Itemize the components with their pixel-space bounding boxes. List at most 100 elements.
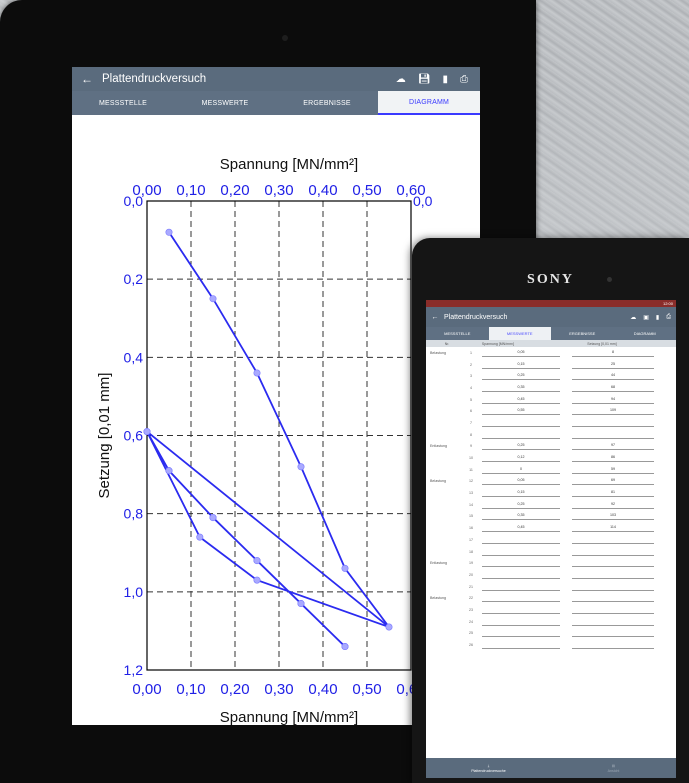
data-point: [165, 228, 173, 236]
table-row: 21: [426, 581, 676, 593]
data-point: [297, 463, 305, 471]
setzung-input[interactable]: 94: [572, 396, 654, 404]
setzung-input[interactable]: 109: [572, 407, 654, 416]
setzung-input[interactable]: [572, 641, 654, 650]
setzung-input[interactable]: 103: [572, 512, 654, 521]
delete-icon[interactable]: ▮: [656, 314, 659, 321]
spannung-input[interactable]: 0,45: [482, 524, 560, 533]
tablet-tabs: MESSSTELLE MESSWERTE ERGEBNISSE DIAGRAMM: [72, 91, 480, 115]
save-icon[interactable]: 💾︎: [418, 74, 431, 85]
setzung-input[interactable]: [572, 536, 654, 544]
header-nr: Nr.: [444, 341, 450, 346]
tab-ergebnisse[interactable]: ERGEBNISSE: [551, 327, 614, 340]
cloud-upload-icon[interactable]: ☁: [630, 314, 636, 321]
row-number: 21: [469, 584, 473, 589]
spannung-input[interactable]: [482, 536, 560, 544]
spannung-input[interactable]: [482, 629, 560, 638]
data-point: [385, 623, 393, 631]
table-row: 3 0,25 44: [426, 370, 676, 382]
spannung-input[interactable]: 0,05: [482, 477, 560, 486]
spannung-input[interactable]: 0,45: [482, 396, 560, 404]
spannung-input[interactable]: 0,12: [482, 454, 560, 463]
spannung-input[interactable]: [482, 431, 560, 439]
setzung-input[interactable]: [572, 618, 654, 626]
spannung-input[interactable]: [482, 583, 560, 591]
setzung-input[interactable]: [572, 629, 654, 638]
back-arrow-icon[interactable]: ←: [72, 72, 102, 86]
row-number: 25: [469, 631, 473, 636]
data-point: [341, 564, 349, 572]
cloud-upload-icon[interactable]: ☁: [396, 74, 406, 85]
print-icon[interactable]: ⎙: [666, 314, 671, 321]
spannung-input[interactable]: [482, 594, 560, 603]
row-number: 26: [469, 643, 473, 648]
setzung-input[interactable]: [572, 419, 654, 427]
spannung-input[interactable]: [482, 641, 560, 650]
data-point: [209, 514, 217, 522]
nav-plattendruckversuche[interactable]: ⤓ Plattendruckversuche: [426, 758, 551, 778]
tab-diagramm[interactable]: DIAGRAMM: [378, 91, 480, 115]
tab-messwerte[interactable]: MESSWERTE: [174, 91, 276, 115]
setzung-input[interactable]: 25: [572, 361, 654, 369]
nav-ansicht[interactable]: ▤ Ansicht: [551, 758, 676, 778]
spannung-input[interactable]: 0,05: [482, 349, 560, 357]
spannung-input[interactable]: 0,15: [482, 489, 560, 498]
delete-icon[interactable]: ▮: [442, 74, 448, 85]
setzung-input[interactable]: [572, 559, 654, 568]
spannung-input[interactable]: 0,25: [482, 501, 560, 509]
spannung-input[interactable]: [482, 618, 560, 626]
spannung-input[interactable]: [482, 419, 560, 427]
x-tick-top: 0,10: [176, 182, 205, 199]
setzung-input[interactable]: 68: [572, 384, 654, 392]
setzung-input[interactable]: [572, 583, 654, 591]
download-icon: ⤓: [487, 763, 490, 768]
spannung-input[interactable]: [482, 559, 560, 568]
spannung-input[interactable]: 0,25: [482, 442, 560, 451]
table-row: 11 0 59: [426, 464, 676, 476]
spannung-input[interactable]: 0,35: [482, 384, 560, 392]
spannung-input[interactable]: [482, 571, 560, 579]
row-number: 1: [470, 350, 472, 355]
setzung-input[interactable]: 114: [572, 524, 654, 533]
y-tick: 1,0: [124, 584, 144, 600]
setzung-input[interactable]: 92: [572, 501, 654, 509]
tab-messstelle[interactable]: MESSSTELLE: [426, 327, 489, 340]
phone-screen: 12:00 ← Plattendruckversuch ☁ ▣ ▮ ⎙ MESS…: [426, 300, 676, 778]
setzung-input[interactable]: [572, 594, 654, 603]
setzung-input[interactable]: [572, 548, 654, 556]
setzung-input[interactable]: [572, 606, 654, 614]
tab-messwerte[interactable]: MESSWERTE: [488, 327, 551, 340]
save-icon[interactable]: ▣: [643, 314, 649, 321]
setzung-input[interactable]: [572, 431, 654, 439]
table-row: 18: [426, 546, 676, 558]
setzung-input[interactable]: 86: [572, 454, 654, 463]
tab-diagramm[interactable]: DIAGRAMM: [614, 327, 677, 340]
row-number: 9: [470, 444, 472, 449]
table-row: 17: [426, 534, 676, 546]
spannung-input[interactable]: 0,35: [482, 512, 560, 521]
x-tick-top: 0,40: [308, 182, 337, 199]
row-phase: Entlastung: [430, 561, 447, 566]
setzung-input[interactable]: 81: [572, 489, 654, 498]
setzung-input[interactable]: 69: [572, 477, 654, 486]
spannung-input[interactable]: 0,25: [482, 372, 560, 381]
setzung-input[interactable]: 44: [572, 372, 654, 381]
setzung-input[interactable]: 8: [572, 349, 654, 357]
setzung-input[interactable]: 97: [572, 442, 654, 451]
spannung-input[interactable]: 0,15: [482, 361, 560, 369]
print-icon[interactable]: ⎙: [460, 74, 468, 85]
setzung-input[interactable]: 59: [572, 466, 654, 474]
spannung-input[interactable]: 0: [482, 466, 560, 474]
x-tick-top: 0,30: [264, 182, 293, 199]
spannung-input[interactable]: [482, 606, 560, 614]
back-arrow-icon[interactable]: ←: [426, 314, 444, 321]
table-row: 13 0,15 81: [426, 487, 676, 499]
tab-ergebnisse[interactable]: ERGEBNISSE: [276, 91, 378, 115]
row-phase: Entlastung: [430, 444, 447, 449]
spannung-input[interactable]: [482, 548, 560, 556]
spannung-input[interactable]: 0,55: [482, 407, 560, 416]
row-number: 12: [469, 479, 473, 484]
row-number: 6: [470, 409, 472, 414]
tab-messstelle[interactable]: MESSSTELLE: [72, 91, 174, 115]
setzung-input[interactable]: [572, 571, 654, 579]
